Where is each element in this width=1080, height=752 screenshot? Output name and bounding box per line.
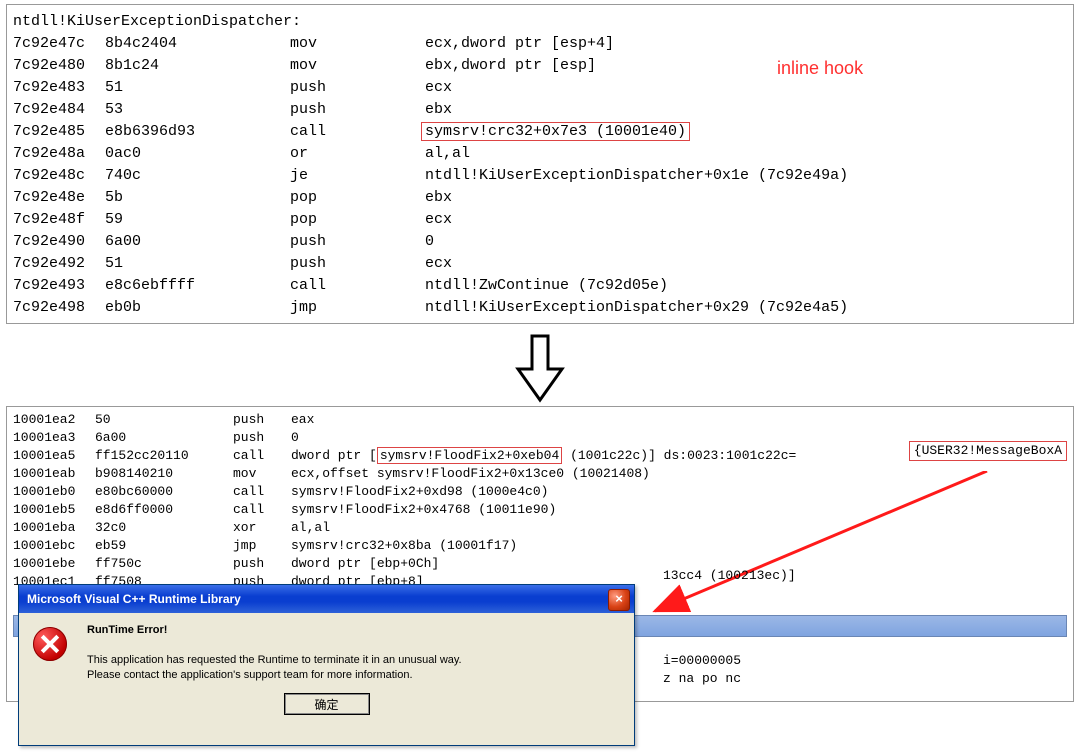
disasm-row[interactable]: 7c92e48453pushebx bbox=[13, 99, 1067, 121]
floodfix-highlight: symsrv!FloodFix2+0xeb04 bbox=[377, 447, 562, 464]
dialog-heading: RunTime Error! bbox=[87, 624, 167, 636]
dialog-titlebar[interactable]: Microsoft Visual C++ Runtime Library × bbox=[19, 585, 634, 613]
call-target-highlight: symsrv!crc32+0x7e3 (10001e40) bbox=[421, 122, 690, 141]
disasm-row[interactable]: 10001eba32c0xoral,al bbox=[13, 519, 1069, 537]
dialog-title-text: Microsoft Visual C++ Runtime Library bbox=[27, 592, 241, 606]
flow-arrow bbox=[0, 334, 1080, 404]
disasm-row[interactable]: 10001eb0e80bc60000callsymsrv!FloodFix2+0… bbox=[13, 483, 1069, 501]
disasm-row[interactable]: 10001ea250pusheax bbox=[13, 411, 1069, 429]
disasm-row[interactable]: 7c92e49251pushecx bbox=[13, 253, 1067, 275]
inline-hook-annotation: inline hook bbox=[777, 57, 863, 79]
messagebox-highlight: {USER32!MessageBoxA bbox=[909, 441, 1067, 461]
disasm-row[interactable]: 7c92e48a0ac0oral,al bbox=[13, 143, 1067, 165]
ok-button[interactable]: 确定 bbox=[284, 693, 370, 715]
disasm-row[interactable]: 7c92e4906a00push0 bbox=[13, 231, 1067, 253]
dialog-line2: Please contact the application's support… bbox=[87, 669, 413, 681]
runtime-error-dialog: Microsoft Visual C++ Runtime Library × R… bbox=[18, 584, 635, 746]
disasm-row[interactable]: 7c92e4808b1c24movebx,dword ptr [esp] bbox=[13, 55, 1067, 77]
disasm-row[interactable]: 7c92e493e8c6ebffffcallntdll!ZwContinue (… bbox=[13, 275, 1067, 297]
error-icon bbox=[33, 627, 67, 661]
disasm-top-pane: ntdll!KiUserExceptionDispatcher: 7c92e47… bbox=[6, 4, 1074, 324]
disasm-row[interactable]: 7c92e485e8b6396d93callsymsrv!crc32+0x7e3… bbox=[13, 121, 1067, 143]
register-flags: i=00000005 z na po nc bbox=[663, 652, 741, 688]
disasm-row[interactable]: 7c92e48e5bpopebx bbox=[13, 187, 1067, 209]
disasm-row[interactable]: 7c92e48351pushecx bbox=[13, 77, 1067, 99]
close-icon[interactable]: × bbox=[608, 589, 630, 611]
disasm-row[interactable]: 7c92e48c740cjentdll!KiUserExceptionDispa… bbox=[13, 165, 1067, 187]
disasm-row[interactable]: 10001eb5e8d6ff0000callsymsrv!FloodFix2+0… bbox=[13, 501, 1069, 519]
disasm-row[interactable]: 10001ebeff750cpushdword ptr [ebp+0Ch] bbox=[13, 555, 1069, 573]
disasm-row[interactable]: 10001ebceb59jmpsymsrv!crc32+0x8ba (10001… bbox=[13, 537, 1069, 555]
dialog-body: RunTime Error! This application has requ… bbox=[19, 613, 634, 728]
disasm-row[interactable]: 7c92e48f59popecx bbox=[13, 209, 1067, 231]
disasm-row[interactable]: 10001eabb908140210movecx,offset symsrv!F… bbox=[13, 465, 1069, 483]
disasm-row[interactable]: 7c92e498eb0bjmpntdll!KiUserExceptionDisp… bbox=[13, 297, 1067, 319]
disasm-header: ntdll!KiUserExceptionDispatcher: bbox=[13, 11, 1067, 33]
dialog-line1: This application has requested the Runti… bbox=[87, 654, 462, 666]
disasm-extra: 13cc4 (100213ec)] bbox=[663, 567, 796, 585]
disasm-row[interactable]: 7c92e47c8b4c2404movecx,dword ptr [esp+4] bbox=[13, 33, 1067, 55]
